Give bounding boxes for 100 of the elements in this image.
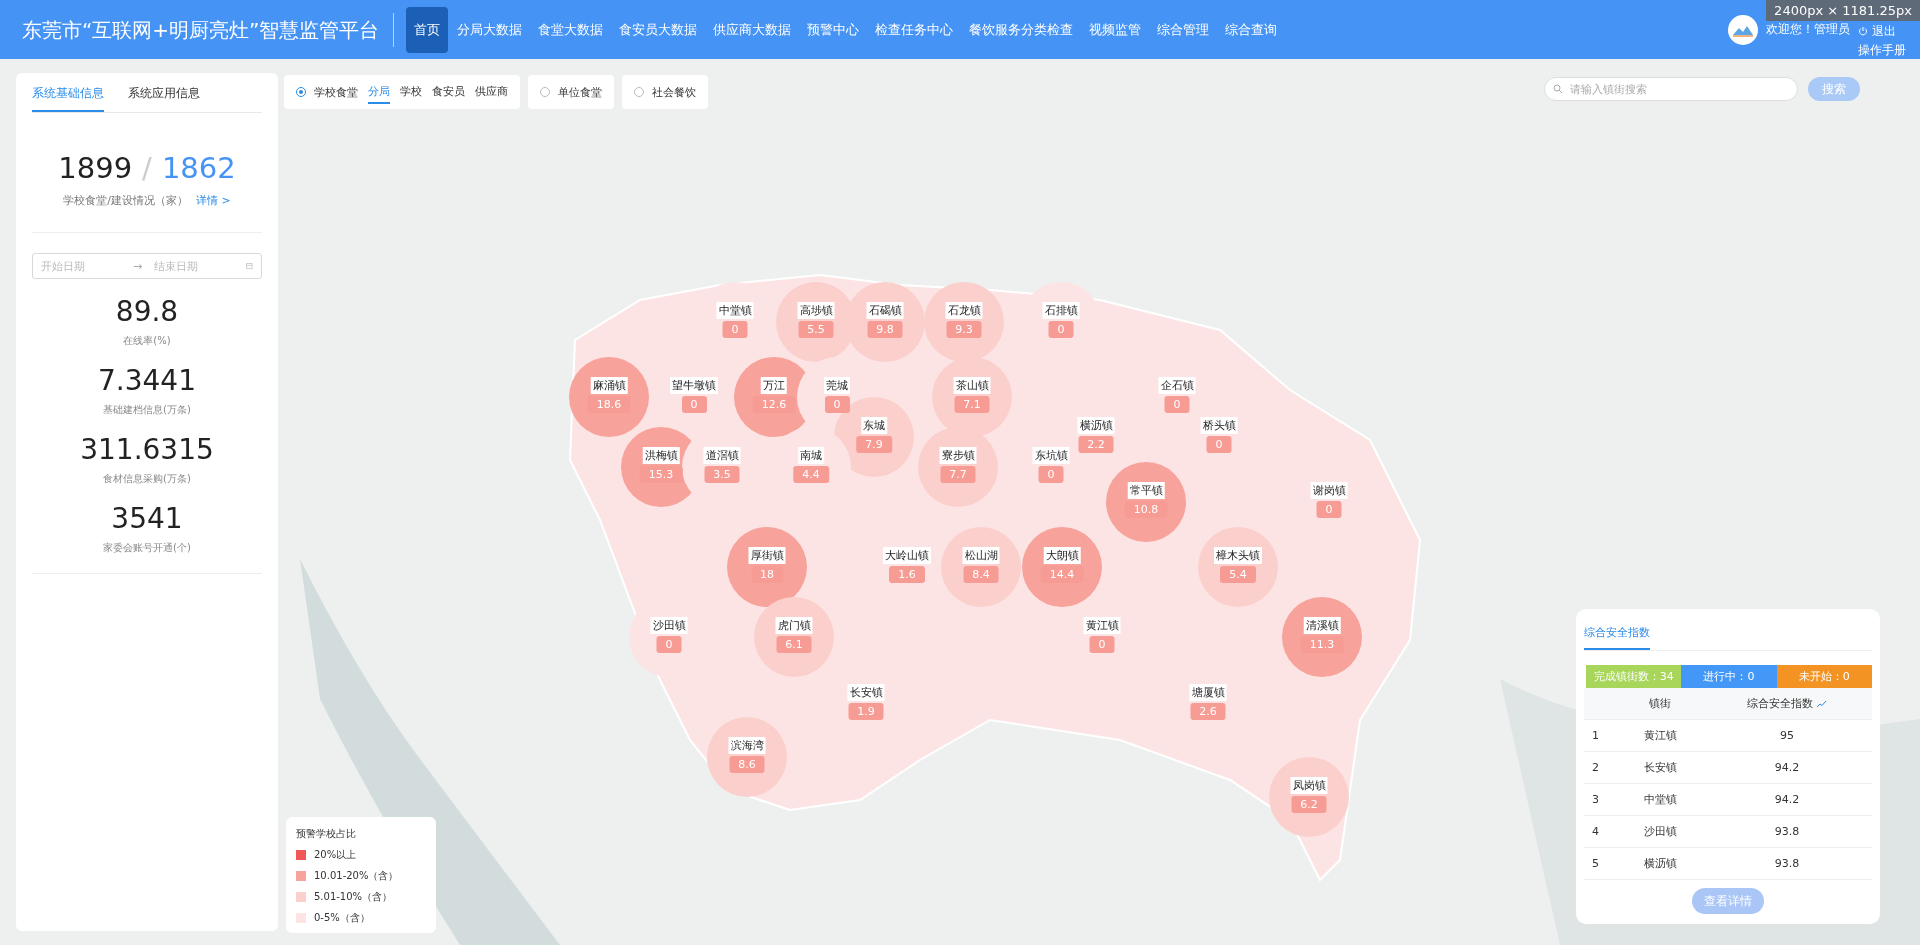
panel-tab[interactable]: 综合安全指数 <box>1584 625 1650 650</box>
nav-tab[interactable]: 供应商大数据 <box>706 14 799 45</box>
details-link[interactable]: 详情 > <box>196 193 231 208</box>
town-value: 0 <box>1206 436 1232 453</box>
total-count: 1899 <box>58 151 133 185</box>
nav-tab[interactable]: 综合管理 <box>1150 14 1217 45</box>
stat-value: 3541 <box>111 502 183 535</box>
status-count: 完成镇街数：34 <box>1586 665 1682 688</box>
town-value: 12.6 <box>752 396 796 413</box>
town-name: 麻涌镇 <box>590 377 628 394</box>
table-cell-text: 93.8 <box>1773 825 1801 838</box>
town-name: 常平镇 <box>1127 482 1165 499</box>
table-cell-text: 黄江镇 <box>1642 728 1678 743</box>
nav-tab[interactable]: 分局大数据 <box>450 14 530 45</box>
stat-value: 311.6315 <box>80 433 214 466</box>
logo-icon <box>1728 14 1758 45</box>
date-range-field[interactable]: 开始日期 → 结束日期 <box>32 253 262 279</box>
town-name: 东城 <box>861 417 887 434</box>
town-value: 9.3 <box>946 321 982 338</box>
radio-option[interactable]: 社会餐饮 <box>634 84 696 100</box>
sub-tab[interactable]: 分局 <box>368 80 390 104</box>
town-name: 中堂镇 <box>716 302 754 319</box>
nav-tab[interactable]: 视频监管 <box>1082 14 1149 45</box>
town-name: 洪梅镇 <box>642 447 680 464</box>
town-name: 茶山镇 <box>953 377 991 394</box>
nav-tab[interactable]: 食安员大数据 <box>612 14 705 45</box>
table-cell-text: 沙田镇 <box>1642 824 1678 839</box>
radio-option[interactable]: 单位食堂 <box>540 84 602 100</box>
town-value: 1.9 <box>848 703 884 720</box>
stat-value: 89.8 <box>115 295 179 328</box>
town-name: 大岭山镇 <box>883 547 931 564</box>
sub-tab[interactable]: 食安员 <box>432 80 465 104</box>
town-name: 虎门镇 <box>775 617 813 634</box>
table-cell-text: 94.2 <box>1773 761 1801 774</box>
town-value: 15.3 <box>639 466 683 483</box>
slash-separator: / <box>142 151 152 185</box>
town-name: 黄江镇 <box>1083 617 1121 634</box>
town-name: 石排镇 <box>1042 302 1080 319</box>
legend-label: 20%以上 <box>314 848 357 862</box>
town-value: 6.1 <box>776 636 812 653</box>
size-tooltip: 2400px × 1181.25px <box>1766 0 1920 21</box>
nav-tab[interactable]: 预警中心 <box>800 14 867 45</box>
town-value: 8.6 <box>729 756 765 773</box>
nav-tab[interactable]: 综合查询 <box>1218 14 1285 45</box>
town-value: 0 <box>681 396 707 413</box>
town-name: 石碣镇 <box>866 302 904 319</box>
stat-label: 基础建档信息(万条) <box>103 403 191 417</box>
town-name: 松山湖 <box>962 547 1000 564</box>
town-value: 0 <box>722 321 748 338</box>
table-cell-text: 中堂镇 <box>1642 792 1678 807</box>
town-name: 塘厦镇 <box>1189 684 1227 701</box>
table-cell-text: 横沥镇 <box>1642 856 1678 871</box>
town-value: 0 <box>824 396 850 413</box>
town-name: 莞城 <box>824 377 850 394</box>
table-cell-text: 2 <box>1591 761 1600 774</box>
nav-tab[interactable]: 食堂大数据 <box>531 14 611 45</box>
town-name: 横沥镇 <box>1077 417 1115 434</box>
column-header: 镇街 <box>1648 696 1672 711</box>
table-cell-text: 1 <box>1591 729 1600 742</box>
status-count: 未开始：0 <box>1776 665 1872 688</box>
nav-tab[interactable]: 检查任务中心 <box>868 14 961 45</box>
table-cell-text: 93.8 <box>1773 857 1801 870</box>
stat-label: 食材信息采购(万条) <box>103 472 191 486</box>
arrow-text: → <box>133 259 143 273</box>
town-value: 0 <box>1316 501 1342 518</box>
details-button[interactable]: 查看详情 <box>1692 888 1764 914</box>
nav-tab[interactable]: 首页 <box>406 6 449 53</box>
town-name: 万江 <box>761 377 787 394</box>
panel-tab[interactable]: 系统应用信息 <box>128 73 200 112</box>
town-value: 0 <box>1089 636 1115 653</box>
town-value: 14.4 <box>1040 566 1084 583</box>
town-value: 5.4 <box>1220 566 1256 583</box>
town-value: 6.2 <box>1291 796 1327 813</box>
search-field[interactable]: 请输入镇街搜索 <box>1544 77 1798 101</box>
town-name: 东坑镇 <box>1032 447 1070 464</box>
town-name: 高埗镇 <box>797 302 835 319</box>
search-button[interactable]: 搜索 <box>1808 77 1860 101</box>
sub-tab[interactable]: 学校 <box>400 80 422 104</box>
table-cell-text: 5 <box>1591 857 1600 870</box>
town-name: 滨海湾 <box>728 737 766 754</box>
town-value: 3.5 <box>704 466 740 483</box>
power-icon <box>1858 26 1868 36</box>
town-value: 7.9 <box>856 436 892 453</box>
town-value: 5.5 <box>798 321 834 338</box>
panel-tab[interactable]: 系统基础信息 <box>32 73 104 112</box>
town-value: 2.2 <box>1078 436 1114 453</box>
town-value: 1.6 <box>889 566 925 583</box>
search-icon <box>1553 84 1563 94</box>
town-value: 0 <box>1164 396 1190 413</box>
sub-tab[interactable]: 供应商 <box>475 80 508 104</box>
manual-link[interactable]: 操作手册 <box>1858 41 1906 59</box>
nav-tab[interactable]: 餐饮服务分类检查 <box>962 14 1081 45</box>
town-value: 4.4 <box>793 466 829 483</box>
town-name: 凤岗镇 <box>1290 777 1328 794</box>
radio-option[interactable]: 学校食堂 <box>296 84 358 100</box>
table-cell-text: 4 <box>1591 825 1600 838</box>
town-name: 厚街镇 <box>748 547 786 564</box>
built-count: 1862 <box>161 151 236 185</box>
logout-link[interactable]: 退出 <box>1858 22 1896 40</box>
table-cell-text: 长安镇 <box>1642 760 1678 775</box>
